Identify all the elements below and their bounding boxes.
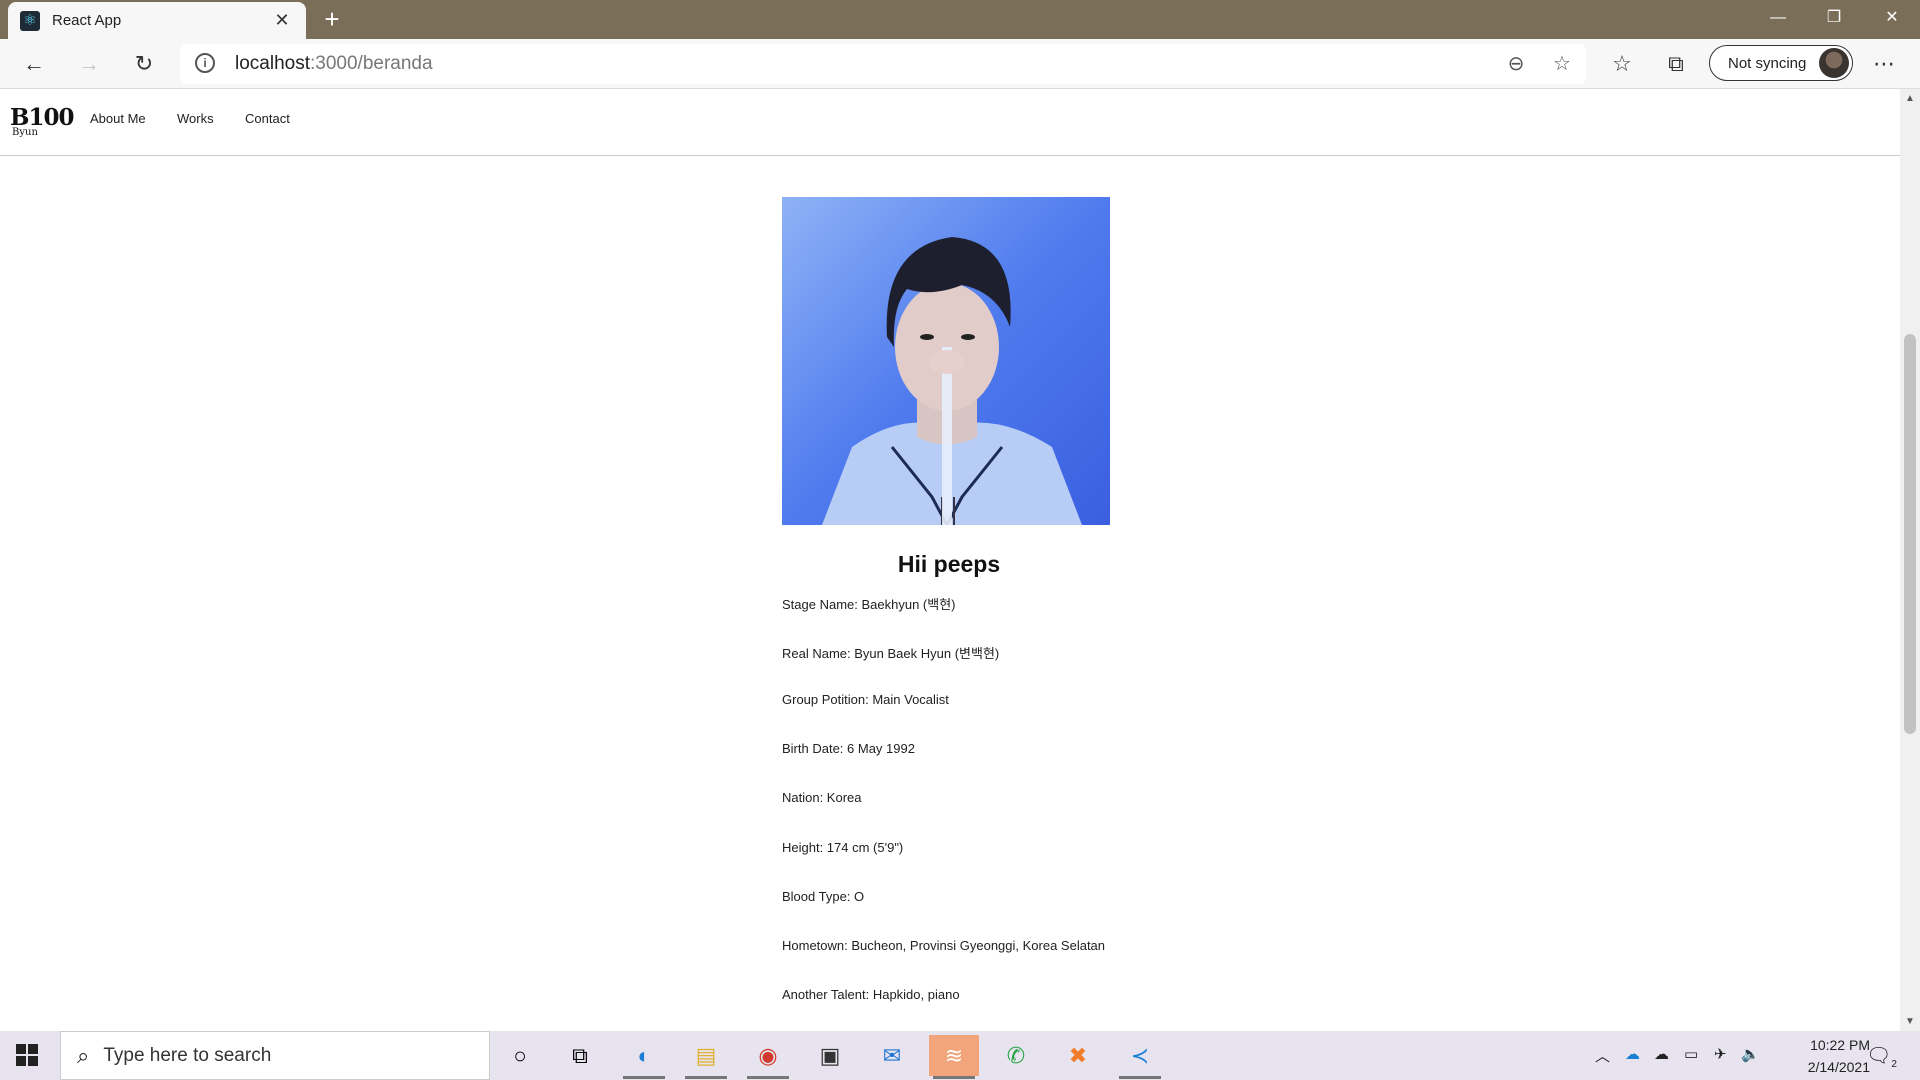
info-birth-date: Birth Date: 6 May 1992: [782, 741, 915, 756]
close-window-button[interactable]: ✕: [1864, 0, 1920, 39]
search-placeholder: Type here to search: [103, 1044, 272, 1066]
scroll-up-icon[interactable]: ▲: [1905, 93, 1915, 104]
site-info-icon[interactable]: i: [195, 53, 215, 73]
collections-icon[interactable]: ⧉: [1660, 48, 1692, 80]
windows-start-icon[interactable]: [16, 1044, 38, 1066]
vscode-icon[interactable]: ≺: [1115, 1035, 1165, 1079]
info-blood-type: Blood Type: O: [782, 889, 865, 904]
url-host: localhost: [235, 53, 310, 74]
vertical-scrollbar[interactable]: ▲ ▼: [1900, 89, 1920, 1031]
info-real-name: Real Name: Byun Baek Hyun (변백현): [782, 646, 1000, 661]
browser-toolbar: ← → ↻ i localhost:3000/beranda ⊖ ☆ ☆ ⧉ N…: [0, 39, 1920, 89]
info-stage-name: Stage Name: Baekhyun (백현): [782, 597, 956, 612]
profile-avatar: [1819, 48, 1849, 78]
browser-titlebar: ⚛ React App ✕ + — ❐ ✕: [0, 0, 1920, 39]
add-favorite-icon[interactable]: ☆: [1548, 50, 1576, 78]
info-another-talent: Another Talent: Hapkido, piano: [782, 987, 960, 1002]
spotify-icon[interactable]: ≋: [929, 1035, 979, 1079]
browser-tab[interactable]: ⚛ React App ✕: [8, 2, 306, 39]
info-group-position: Group Potition: Main Vocalist: [782, 692, 949, 707]
store-icon[interactable]: ▣: [805, 1035, 855, 1076]
airplane-mode-icon[interactable]: ✈: [1714, 1045, 1727, 1063]
site-logo-sub: Byun: [12, 127, 38, 138]
restore-button[interactable]: ❐: [1806, 0, 1862, 39]
scroll-down-icon[interactable]: ▼: [1905, 1016, 1915, 1027]
taskbar-clock[interactable]: 10:22 PM 2/14/2021: [1760, 1034, 1870, 1078]
scroll-thumb[interactable]: [1904, 334, 1916, 734]
url-text[interactable]: localhost:3000/beranda: [235, 53, 433, 75]
task-view-icon[interactable]: ⧉: [555, 1035, 605, 1076]
info-hometown: Hometown: Bucheon, Provinsi Gyeonggi, Ko…: [782, 938, 1106, 953]
nav-about-me[interactable]: About Me: [90, 111, 146, 126]
forward-icon[interactable]: →: [73, 48, 105, 80]
info-height: Height: 174 cm (5'9"): [782, 840, 904, 855]
profile-sync-button[interactable]: Not syncing: [1709, 45, 1853, 81]
notification-center-icon[interactable]: 🗨2: [1866, 1043, 1897, 1070]
site-navbar: B100 Byun About Me Works Contact: [0, 89, 1900, 156]
search-icon: ⌕: [77, 1042, 90, 1068]
zoom-out-icon[interactable]: ⊖: [1502, 50, 1530, 78]
favorites-icon[interactable]: ☆: [1606, 48, 1638, 80]
xampp-icon[interactable]: ✖: [1053, 1035, 1103, 1076]
notification-count: 2: [1891, 1059, 1897, 1070]
clock-time: 10:22 PM: [1810, 1037, 1870, 1053]
minimize-button[interactable]: —: [1750, 0, 1806, 39]
mail-icon[interactable]: ✉: [867, 1035, 917, 1076]
show-hidden-icons[interactable]: ︿: [1595, 1045, 1610, 1066]
tab-title: React App: [52, 12, 122, 29]
cortana-icon[interactable]: ○: [495, 1035, 545, 1076]
cloud-sync-icon[interactable]: ☁: [1654, 1045, 1669, 1063]
clock-date: 2/14/2021: [1807, 1059, 1870, 1075]
taskbar-search-box[interactable]: ⌕ Type here to search: [60, 1031, 490, 1080]
windows-taskbar: ⌕ Type here to search ○ ⧉ ◐ ▤ ◉ ▣ ✉ ≋ ✆ …: [0, 1031, 1920, 1080]
volume-icon[interactable]: 🔈: [1741, 1045, 1760, 1063]
refresh-icon[interactable]: ↻: [128, 48, 160, 80]
whatsapp-icon[interactable]: ✆: [991, 1035, 1041, 1076]
file-explorer-icon[interactable]: ▤: [681, 1035, 731, 1079]
nav-works[interactable]: Works: [177, 111, 214, 126]
page-viewport: B100 Byun About Me Works Contact Hii pee…: [0, 89, 1920, 1031]
site-logo[interactable]: B100: [10, 106, 74, 129]
tab-close-icon[interactable]: ✕: [270, 10, 294, 31]
battery-icon[interactable]: ▭: [1684, 1045, 1698, 1063]
chrome-icon[interactable]: ◉: [743, 1035, 793, 1079]
onedrive-icon[interactable]: ☁: [1625, 1045, 1640, 1063]
info-nation: Nation: Korea: [782, 790, 862, 805]
back-icon[interactable]: ←: [18, 48, 50, 80]
profile-photo: [782, 197, 1110, 525]
page-heading: Hii peeps: [897, 551, 1001, 577]
url-path: :3000/beranda: [310, 53, 433, 74]
more-options-icon[interactable]: ⋯: [1868, 48, 1900, 80]
sync-label: Not syncing: [1728, 54, 1807, 72]
new-tab-button[interactable]: +: [318, 6, 346, 34]
address-bar[interactable]: i localhost:3000/beranda ⊖ ☆: [180, 44, 1586, 84]
edge-icon[interactable]: ◐: [619, 1035, 669, 1079]
nav-contact[interactable]: Contact: [245, 111, 290, 126]
react-favicon-icon: ⚛: [20, 10, 40, 31]
